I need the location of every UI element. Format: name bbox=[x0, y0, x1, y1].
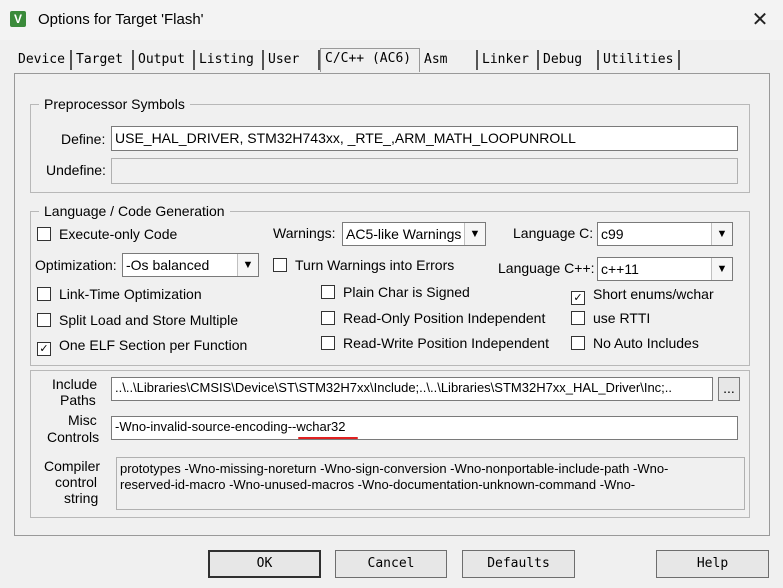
no-auto-includes-checkbox[interactable]: No Auto Includes bbox=[571, 334, 699, 352]
turn-warnings-label: Turn Warnings into Errors bbox=[295, 257, 455, 273]
checkbox-box bbox=[321, 285, 335, 299]
ok-button[interactable]: OK bbox=[208, 550, 321, 578]
compiler-label-2: control bbox=[55, 474, 98, 490]
tab-user[interactable]: User bbox=[264, 50, 320, 70]
include-label-1: Include bbox=[52, 376, 98, 392]
chevron-down-icon: ▼ bbox=[711, 258, 732, 280]
undefine-label: Undefine: bbox=[46, 162, 106, 178]
rw-pi-checkbox[interactable]: Read-Write Position Independent bbox=[321, 334, 549, 352]
turn-warnings-checkbox[interactable]: Turn Warnings into Errors bbox=[273, 256, 454, 274]
optimization-value: -Os balanced bbox=[126, 257, 210, 273]
warnings-value: AC5-like Warnings bbox=[346, 226, 462, 242]
tab-listing[interactable]: Listing bbox=[195, 50, 264, 70]
language-c-value: c99 bbox=[601, 226, 624, 242]
checkbox-box bbox=[37, 287, 51, 301]
compiler-line-2: reserved-id-macro -Wno-unused-macros -Wn… bbox=[120, 477, 636, 492]
rtti-label: use RTTI bbox=[593, 310, 651, 326]
checkmark-icon: ✓ bbox=[571, 291, 585, 305]
rtti-checkbox[interactable]: use RTTI bbox=[571, 309, 650, 327]
execute-only-label: Execute-only Code bbox=[59, 226, 178, 242]
misc-label-2: Controls bbox=[47, 429, 100, 445]
compiler-line-1: prototypes -Wno-missing-noreturn -Wno-si… bbox=[120, 461, 669, 476]
misc-label-1: Misc bbox=[68, 412, 97, 428]
preprocessor-legend: Preprocessor Symbols bbox=[44, 96, 185, 112]
close-icon[interactable]: ✕ bbox=[737, 0, 783, 40]
include-browse-button[interactable]: ... bbox=[718, 377, 740, 401]
tab-device[interactable]: Device bbox=[14, 50, 72, 70]
short-enums-checkbox[interactable]: ✓ Short enums/wchar bbox=[571, 285, 714, 305]
split-load-checkbox[interactable]: Split Load and Store Multiple bbox=[37, 311, 238, 329]
undefine-input[interactable] bbox=[111, 158, 738, 184]
compiler-label-3: string bbox=[64, 490, 99, 506]
ro-pi-checkbox[interactable]: Read-Only Position Independent bbox=[321, 309, 545, 327]
tab-c-cpp-ac6[interactable]: C/C++ (AC6) bbox=[320, 48, 420, 72]
tab-linker[interactable]: Linker bbox=[478, 50, 539, 70]
checkbox-box bbox=[321, 311, 335, 325]
checkbox-box bbox=[273, 258, 287, 272]
include-label-2: Paths bbox=[60, 392, 96, 408]
execute-only-checkbox[interactable]: Execute-only Code bbox=[37, 225, 177, 243]
compiler-label-1: Compiler bbox=[44, 458, 101, 474]
optimization-select[interactable]: -Os balanced ▼ bbox=[122, 253, 259, 277]
short-enums-label: Short enums/wchar bbox=[593, 286, 714, 302]
define-label: Define: bbox=[61, 131, 106, 147]
ro-pi-label: Read-Only Position Independent bbox=[343, 310, 546, 326]
checkbox-box bbox=[37, 313, 51, 327]
defaults-button[interactable]: Defaults bbox=[462, 550, 575, 578]
include-paths-input[interactable]: ..\..\Libraries\CMSIS\Device\ST\STM32H7x… bbox=[111, 377, 713, 401]
define-input[interactable]: USE_HAL_DRIVER, STM32H743xx, _RTE_,ARM_M… bbox=[111, 126, 738, 151]
tab-utilities[interactable]: Utilities bbox=[599, 50, 680, 70]
checkmark-icon: ✓ bbox=[37, 342, 51, 356]
chevron-down-icon: ▼ bbox=[237, 254, 258, 276]
plain-char-checkbox[interactable]: Plain Char is Signed bbox=[321, 283, 470, 301]
tab-debug[interactable]: Debug bbox=[539, 50, 599, 70]
language-cpp-value: c++11 bbox=[601, 261, 639, 277]
checkbox-box bbox=[37, 227, 51, 241]
language-cpp-select[interactable]: c++11 ▼ bbox=[597, 257, 733, 281]
tab-output[interactable]: Output bbox=[134, 50, 195, 70]
chevron-down-icon: ▼ bbox=[711, 223, 732, 245]
checkbox-box bbox=[571, 336, 585, 350]
language-cpp-label: Language C++: bbox=[498, 260, 595, 276]
language-legend: Language / Code Generation bbox=[44, 203, 225, 219]
window-title: Options for Target 'Flash' bbox=[38, 11, 204, 28]
no-auto-includes-label: No Auto Includes bbox=[593, 335, 699, 351]
rw-pi-label: Read-Write Position Independent bbox=[343, 335, 549, 351]
chevron-down-icon: ▼ bbox=[464, 223, 485, 245]
split-load-label: Split Load and Store Multiple bbox=[59, 312, 238, 328]
tab-asm[interactable]: Asm bbox=[420, 50, 478, 70]
one-elf-checkbox[interactable]: ✓ One ELF Section per Function bbox=[37, 336, 248, 356]
optimization-label: Optimization: bbox=[35, 257, 117, 273]
keil-app-icon: V bbox=[10, 11, 26, 27]
tab-target[interactable]: Target bbox=[72, 50, 134, 70]
compiler-control-string[interactable]: prototypes -Wno-missing-noreturn -Wno-si… bbox=[116, 457, 745, 510]
title-bar: V Options for Target 'Flash' ✕ bbox=[0, 0, 783, 40]
annotation-underline bbox=[298, 437, 358, 439]
language-c-label: Language C: bbox=[513, 225, 594, 241]
warnings-select[interactable]: AC5-like Warnings ▼ bbox=[342, 222, 486, 246]
cancel-button[interactable]: Cancel bbox=[335, 550, 447, 578]
checkbox-box bbox=[321, 336, 335, 350]
one-elf-label: One ELF Section per Function bbox=[59, 337, 248, 353]
help-button[interactable]: Help bbox=[656, 550, 769, 578]
plain-char-label: Plain Char is Signed bbox=[343, 284, 470, 300]
lto-label: Link-Time Optimization bbox=[59, 286, 202, 302]
lto-checkbox[interactable]: Link-Time Optimization bbox=[37, 285, 202, 303]
misc-controls-input[interactable]: -Wno-invalid-source-encoding--wchar32 bbox=[111, 416, 738, 440]
language-c-select[interactable]: c99 ▼ bbox=[597, 222, 733, 246]
warnings-label: Warnings: bbox=[273, 225, 336, 241]
checkbox-box bbox=[571, 311, 585, 325]
tab-strip: Device Target Output Listing User C/C++ … bbox=[14, 48, 774, 72]
